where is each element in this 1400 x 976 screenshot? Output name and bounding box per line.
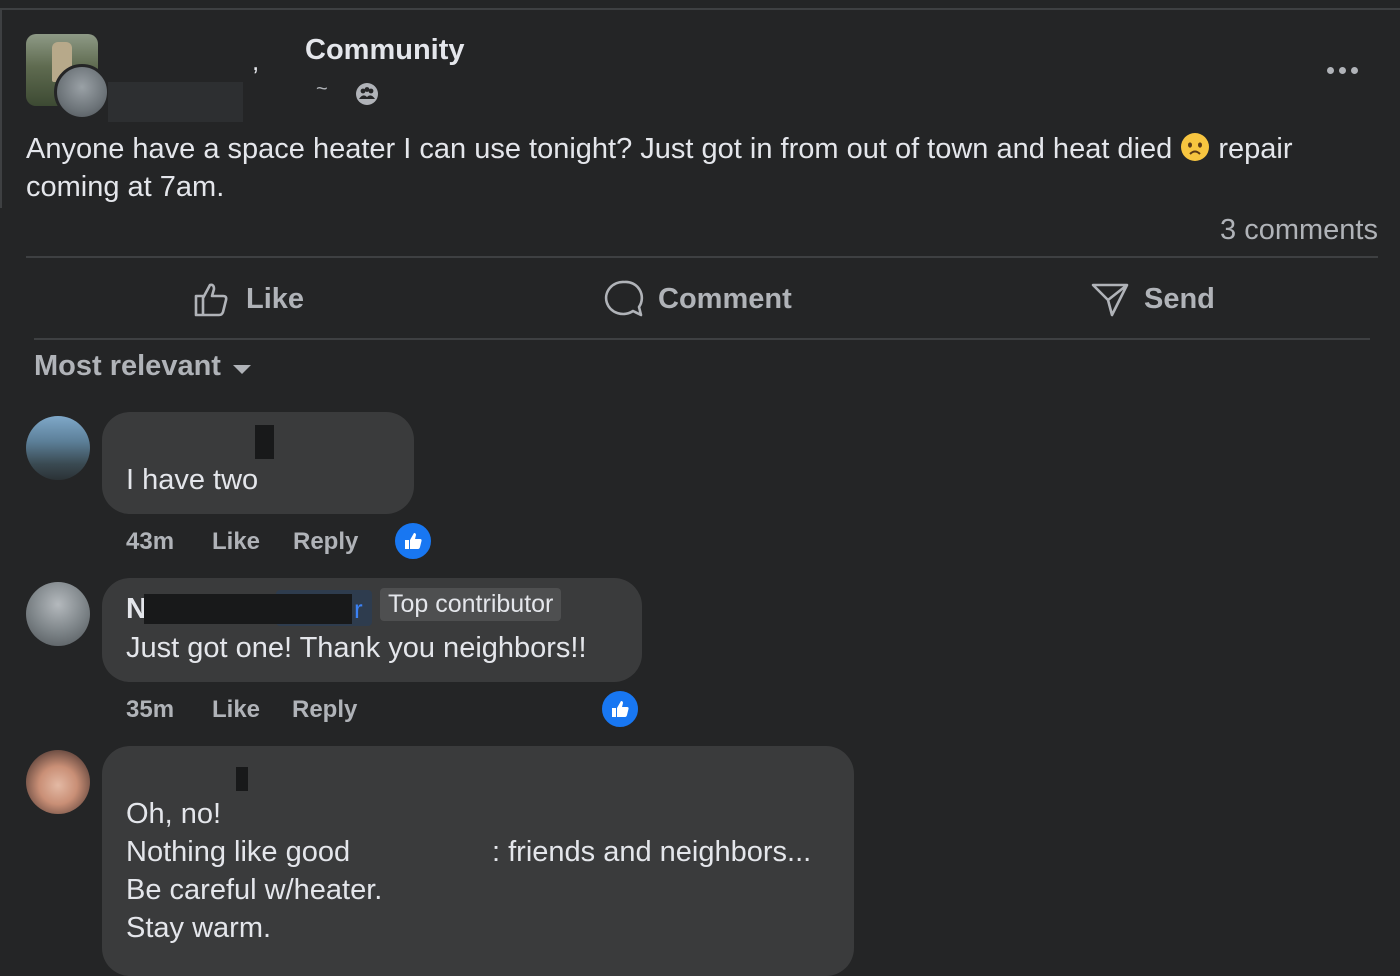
top-border <box>0 8 1400 10</box>
thumbs-up-icon <box>194 283 228 317</box>
top-contributor-badge[interactable]: Top contributor <box>380 588 562 621</box>
post-text: Anyone have a space heater I can use ton… <box>26 130 1386 206</box>
comment-text-line: Oh, no! <box>126 798 222 830</box>
comment-time[interactable]: 35m <box>126 696 174 724</box>
comment-bubble-icon <box>604 280 644 317</box>
redacted-name <box>276 594 352 624</box>
sort-dropdown[interactable]: Most relevant <box>34 350 251 383</box>
redacted-author-name <box>108 82 243 122</box>
reaction-like-icon[interactable] <box>393 521 433 561</box>
comment-text-line: Nothing like good <box>126 836 351 868</box>
divider <box>34 338 1370 340</box>
send-button[interactable]: Send <box>1090 276 1215 322</box>
comment-text: Just got one! Thank you neighbors!! <box>126 632 587 664</box>
comment-like-button[interactable]: Like <box>212 528 260 556</box>
more-options-button[interactable] <box>1322 58 1362 82</box>
comment-text: I have two <box>126 464 259 496</box>
like-label: Like <box>246 282 305 315</box>
group-privacy-icon <box>356 83 378 105</box>
comment-reply-button[interactable]: Reply <box>293 528 358 556</box>
comment-text-line: Stay warm. <box>126 912 272 944</box>
send-icon <box>1091 283 1129 317</box>
comment-label: Comment <box>658 282 792 315</box>
commenter-name-tail: r <box>354 594 363 624</box>
thumbs-up-icon <box>612 701 629 717</box>
sort-label: Most relevant <box>34 350 221 382</box>
author-avatar[interactable] <box>54 64 110 120</box>
name-separator: , <box>252 46 260 76</box>
comment-like-button[interactable]: Like <box>212 696 260 724</box>
post-meta: ~ <box>316 78 328 100</box>
comments-count-link[interactable]: 3 comments <box>1220 214 1378 247</box>
sad-face-emoji-icon <box>1181 133 1210 161</box>
like-button[interactable]: Like <box>192 276 304 322</box>
group-name[interactable]: Community <box>305 34 465 67</box>
reaction-like-icon[interactable] <box>600 689 640 729</box>
chevron-down-icon <box>232 365 251 374</box>
comment-time[interactable]: 43m <box>126 528 174 556</box>
left-border <box>0 8 2 208</box>
divider <box>26 256 1378 258</box>
commenter-avatar[interactable] <box>26 416 90 480</box>
redacted-name <box>236 767 248 791</box>
comment-text-line: Be careful w/heater. <box>126 874 383 906</box>
comment-button[interactable]: Comment <box>604 276 792 322</box>
redacted-name <box>144 594 278 624</box>
thumbs-up-icon <box>405 533 422 549</box>
send-label: Send <box>1144 282 1215 315</box>
commenter-avatar[interactable] <box>26 582 90 646</box>
redacted-name <box>255 425 274 459</box>
comment-text-line: : friends and neighbors... <box>492 836 812 868</box>
post-text-part1: Anyone have a space heater I can use ton… <box>26 133 1181 165</box>
comment-reply-button[interactable]: Reply <box>292 696 357 724</box>
commenter-avatar[interactable] <box>26 750 90 814</box>
